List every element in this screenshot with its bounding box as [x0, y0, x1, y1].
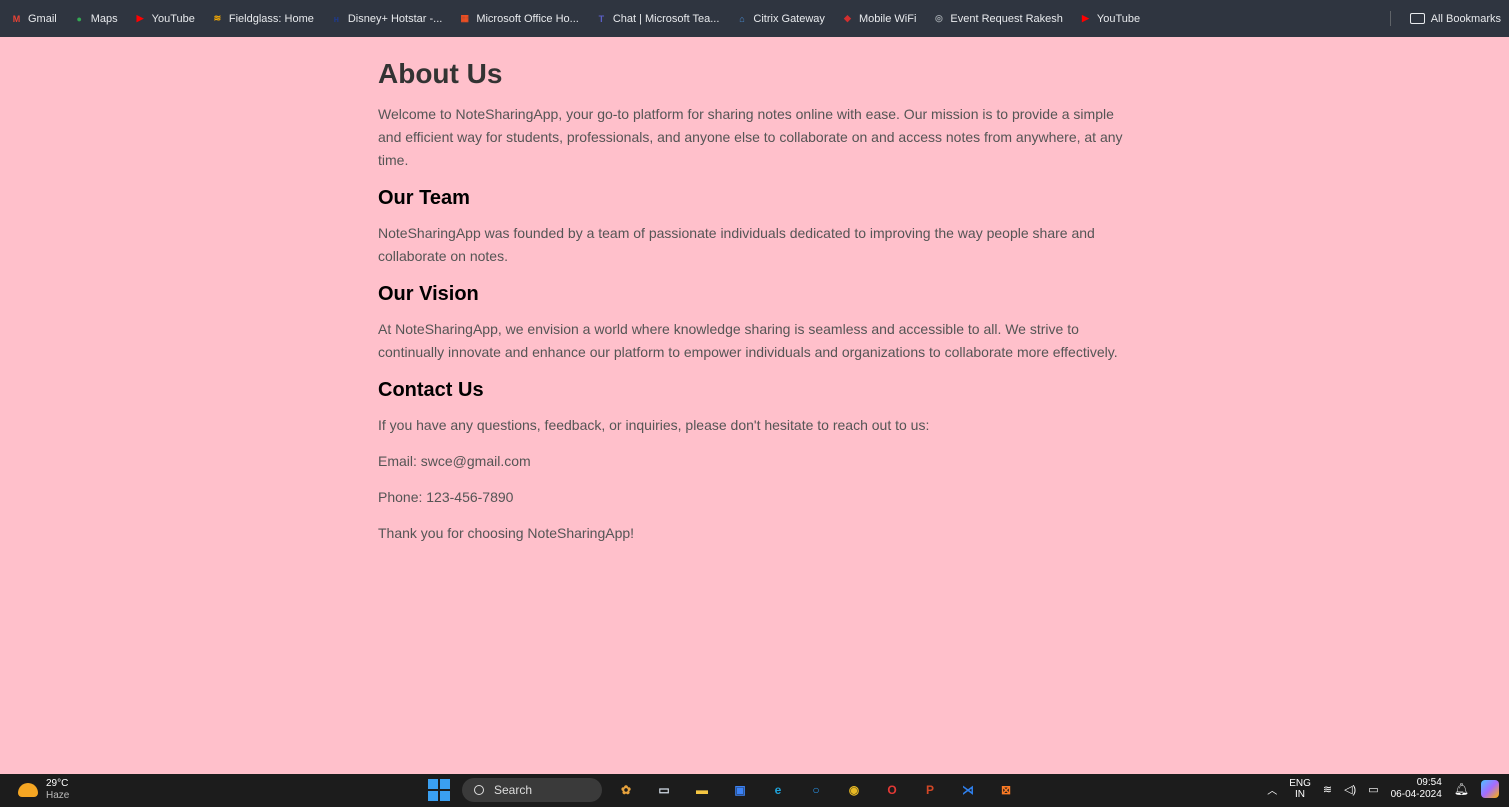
bookmark-label: Citrix Gateway: [753, 12, 825, 25]
page-title: About Us: [378, 58, 503, 89]
search-icon: [474, 785, 484, 795]
thanks-text: Thank you for choosing NoteSharingApp!: [378, 525, 635, 541]
maps-icon: ●: [76, 13, 82, 24]
bookmark-label: Mobile WiFi: [858, 12, 917, 25]
contact-heading: Contact Us: [378, 379, 484, 401]
weather-icon: [18, 783, 38, 797]
folder-icon: [1409, 13, 1425, 24]
vision-text: At NoteSharingApp, we envision a world w…: [378, 321, 1118, 360]
bookmark-gmail[interactable]: M Gmail: [10, 12, 57, 25]
weather-widget[interactable]: 29°C Haze: [18, 778, 69, 802]
bookmark-maps[interactable]: ● Maps: [73, 12, 118, 25]
gmail-icon: M: [12, 13, 21, 24]
file-explorer-icon[interactable]: ▬: [690, 778, 714, 802]
chevron-up-icon[interactable]: ︿: [1267, 782, 1277, 797]
contact-email: Email: swce@gmail.com: [378, 453, 531, 469]
team-text: NoteSharingApp was founded by a team of …: [378, 225, 1095, 264]
vision-heading: Our Vision: [378, 283, 479, 305]
contact-text: If you have any questions, feedback, or …: [378, 417, 930, 433]
youtube-icon: ▶: [136, 13, 144, 23]
all-bookmarks-label: All Bookmarks: [1430, 12, 1501, 25]
bookmark-citrix-gateway[interactable]: ⌂ Citrix Gateway: [735, 12, 825, 25]
bookmark-youtube[interactable]: ▶ YouTube: [1079, 12, 1140, 25]
bookmarks-separator: [1390, 11, 1391, 26]
fieldglass-icon: ≋: [213, 13, 222, 23]
bookmark-chat-microsoft-tea[interactable]: T Chat | Microsoft Tea...: [595, 12, 720, 25]
bookmark-label: Maps: [90, 12, 118, 25]
bookmark-event-request-rakesh[interactable]: ◎ Event Request Rakesh: [932, 12, 1063, 25]
bookmark-label: Gmail: [28, 12, 57, 25]
about-page: About Us Welcome to NoteSharingApp, your…: [378, 37, 1138, 558]
edge-icon[interactable]: e: [766, 778, 790, 802]
task-view-icon[interactable]: ▭: [652, 778, 676, 802]
bookmark-label: Event Request Rakesh: [950, 12, 1063, 25]
language-indicator[interactable]: ENG IN: [1289, 778, 1311, 800]
bookmark-label: Disney+ Hotstar -...: [347, 12, 443, 25]
bookmarks-bar: M Gmail ● Maps ▶ YouTube ≋ Fieldglass: Home ʜ Dis…: [0, 0, 1509, 37]
chrome-icon[interactable]: ◉: [842, 778, 866, 802]
powerpoint-icon[interactable]: P: [918, 778, 942, 802]
bookmark-label: Chat | Microsoft Tea...: [612, 12, 720, 25]
teams-icon: T: [598, 13, 605, 24]
citrix-icon: ⌂: [739, 13, 745, 24]
office-icon: ▦: [460, 13, 470, 23]
taskbar: 29°C Haze Search ✿ ▭ ▬ ▣ e ○ ◉ O P ⋊ ⊠ ︿ ENG IN ≋ …: [0, 774, 1509, 807]
taskbar-center: Search ✿ ▭ ▬ ▣ e ○ ◉ O P ⋊ ⊠: [428, 778, 1018, 802]
clock[interactable]: 09:54 06-04-2024: [1391, 777, 1442, 801]
intro-text: Welcome to NoteSharingApp, your go-to pl…: [378, 106, 1123, 168]
hotstar-icon: ʜ: [333, 13, 340, 24]
lang-bottom: IN: [1295, 789, 1306, 800]
clock-date: 06-04-2024: [1390, 789, 1442, 800]
taskbar-search[interactable]: Search: [462, 778, 602, 802]
weather-temp: 29°C: [46, 778, 69, 789]
lang-top: ENG: [1289, 778, 1311, 789]
battery-icon[interactable]: ▭: [1368, 783, 1378, 796]
xampp-icon[interactable]: ⊠: [994, 778, 1018, 802]
bookmark-label: YouTube: [151, 12, 195, 25]
bookmark-label: YouTube: [1096, 12, 1141, 25]
opera-icon[interactable]: O: [880, 778, 904, 802]
widgets-app-icon[interactable]: ✿: [614, 778, 638, 802]
copilot-icon[interactable]: [1481, 780, 1499, 798]
globe-icon: ◎: [934, 13, 943, 23]
system-tray: ︿ ENG IN ≋ ◁) ▭ 09:54 06-04-2024 🔔︎: [1267, 777, 1499, 801]
volume-icon[interactable]: ◁): [1344, 783, 1356, 796]
bookmark-disney-hotstar[interactable]: ʜ Disney+ Hotstar -...: [330, 12, 443, 25]
wifi-icon[interactable]: ≋: [1323, 783, 1332, 796]
bookmark-mobile-wifi[interactable]: ◆ Mobile WiFi: [841, 12, 916, 25]
vscode-icon[interactable]: ⋊: [956, 778, 980, 802]
bookmark-fieldglass-home[interactable]: ≋ Fieldglass: Home: [211, 12, 314, 25]
cortana-icon[interactable]: ○: [804, 778, 828, 802]
bookmark-youtube[interactable]: ▶ YouTube: [134, 12, 195, 25]
pinned-apps: ✿ ▭ ▬ ▣ e ○ ◉ O P ⋊ ⊠: [614, 778, 1018, 802]
bookmark-label: Microsoft Office Ho...: [476, 12, 579, 25]
clock-time: 09:54: [1416, 777, 1442, 788]
weather-desc: Haze: [46, 790, 70, 801]
bookmark-label: Fieldglass: Home: [228, 12, 314, 25]
team-heading: Our Team: [378, 187, 470, 209]
notification-bell-icon[interactable]: 🔔︎: [1454, 782, 1469, 796]
store-icon[interactable]: ▣: [728, 778, 752, 802]
all-bookmarks-button[interactable]: All Bookmarks: [1409, 0, 1501, 37]
wifi-icon: ◆: [843, 13, 851, 23]
bookmark-microsoft-office-ho[interactable]: ▦ Microsoft Office Ho...: [458, 12, 579, 25]
contact-phone: Phone: 123-456-7890: [378, 489, 514, 505]
search-label: Search: [494, 783, 533, 797]
windows-start-icon[interactable]: [428, 779, 450, 801]
youtube-icon: ▶: [1081, 13, 1089, 23]
